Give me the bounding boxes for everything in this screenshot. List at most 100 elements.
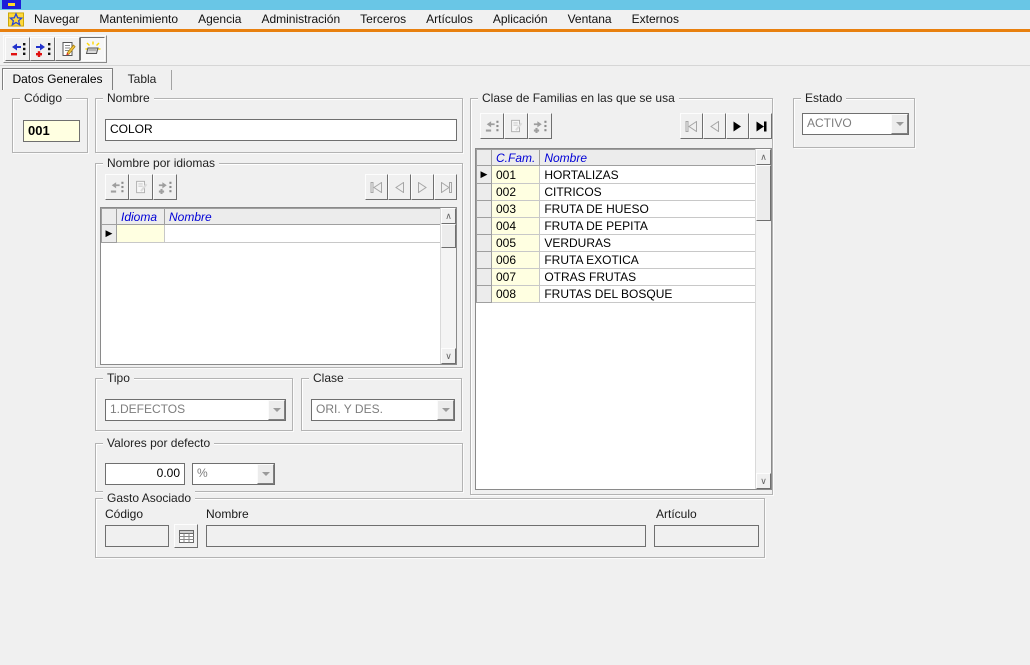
menu-administracion[interactable]: Administración xyxy=(251,10,350,29)
clase-dropdown-button[interactable] xyxy=(437,400,454,420)
nombre-input[interactable]: COLOR xyxy=(105,119,457,141)
open-highlight-button[interactable] xyxy=(80,37,105,61)
current-row-indicator[interactable]: ▶ xyxy=(102,225,117,243)
table-row[interactable]: 007OTRAS FRUTAS xyxy=(477,269,762,286)
cell-C.Fam.[interactable]: 002 xyxy=(492,184,540,201)
table-row[interactable]: 002CITRICOS xyxy=(477,184,762,201)
estado-value: ACTIVO xyxy=(803,114,891,134)
familias-scrollbar[interactable]: ∧ ∨ xyxy=(755,149,771,489)
idiomas-edit-button[interactable] xyxy=(129,174,153,200)
cell-Nombre[interactable] xyxy=(165,225,441,243)
row-indicator[interactable] xyxy=(477,184,492,201)
gasto-articulo-input[interactable] xyxy=(654,525,759,547)
prev-record-button[interactable] xyxy=(5,37,30,61)
table-row[interactable]: 006FRUTA EXOTICA xyxy=(477,252,762,269)
arrow-right-plus-icon xyxy=(158,180,172,194)
cell-Nombre[interactable]: CITRICOS xyxy=(540,184,762,201)
familias-delete-button[interactable] xyxy=(480,113,504,139)
row-indicator[interactable] xyxy=(477,286,492,303)
idiomas-next-button[interactable] xyxy=(411,174,434,200)
scroll-down-icon[interactable]: ∨ xyxy=(756,473,771,489)
menu-ventana[interactable]: Ventana xyxy=(558,10,622,29)
scroll-down-icon[interactable]: ∨ xyxy=(441,348,456,364)
menu-aplicacion[interactable]: Aplicación xyxy=(483,10,558,29)
familias-add-button[interactable] xyxy=(528,113,552,139)
scroll-up-icon[interactable]: ∧ xyxy=(441,208,456,224)
table-row[interactable]: 004FRUTA DE PEPITA xyxy=(477,218,762,235)
clase-select[interactable]: ORI. Y DES. xyxy=(311,399,455,421)
menu-externos[interactable]: Externos xyxy=(622,10,689,29)
idiomas-add-button[interactable] xyxy=(153,174,177,200)
table-row[interactable]: 005VERDURAS xyxy=(477,235,762,252)
tipo-dropdown-button[interactable] xyxy=(268,400,285,420)
menu-agencia[interactable]: Agencia xyxy=(188,10,251,29)
codigo-input[interactable]: 001 xyxy=(23,120,80,142)
row-indicator[interactable] xyxy=(477,252,492,269)
estado-select[interactable]: ACTIVO xyxy=(802,113,909,135)
arrow-left-minus-icon xyxy=(10,41,26,57)
next-record-button[interactable] xyxy=(30,37,55,61)
idiomas-last-button[interactable] xyxy=(434,174,457,200)
tab-tabla[interactable]: Tabla xyxy=(113,70,172,90)
window-titlebar xyxy=(0,0,1030,10)
cell-C.Fam.[interactable]: 008 xyxy=(492,286,540,303)
scrollbar-thumb[interactable] xyxy=(441,224,456,248)
cell-C.Fam.[interactable]: 001 xyxy=(492,166,540,184)
row-indicator[interactable] xyxy=(477,235,492,252)
menu-navegar[interactable]: Navegar xyxy=(24,10,89,29)
familias-last-button[interactable] xyxy=(749,113,772,139)
cell-Nombre[interactable]: HORTALIZAS xyxy=(540,166,762,184)
cell-Nombre[interactable]: FRUTA EXOTICA xyxy=(540,252,762,269)
cell-Idioma[interactable] xyxy=(117,225,165,243)
idiomas-delete-button[interactable] xyxy=(105,174,129,200)
cell-Nombre[interactable]: FRUTA DE PEPITA xyxy=(540,218,762,235)
cell-C.Fam.[interactable]: 006 xyxy=(492,252,540,269)
familias-edit-button[interactable] xyxy=(504,113,528,139)
current-row-indicator[interactable]: ▶ xyxy=(477,166,492,184)
menu-mantenimiento[interactable]: Mantenimiento xyxy=(89,10,188,29)
tipo-select[interactable]: 1.DEFECTOS xyxy=(105,399,286,421)
gasto-nombre-input[interactable] xyxy=(206,525,646,547)
valor-defecto-input[interactable]: 0.00 xyxy=(105,463,185,485)
toolbar-button-group xyxy=(3,35,107,63)
gasto-lookup-button[interactable] xyxy=(174,524,198,548)
idiomas-col-nombre[interactable]: Nombre xyxy=(165,209,441,225)
cell-C.Fam.[interactable]: 003 xyxy=(492,201,540,218)
table-row[interactable]: ▶ xyxy=(102,225,441,243)
familias-first-button[interactable] xyxy=(680,113,703,139)
scroll-up-icon[interactable]: ∧ xyxy=(756,149,771,165)
tab-datos-generales[interactable]: Datos Generales xyxy=(2,68,113,90)
unidad-select[interactable]: % xyxy=(192,463,275,485)
cell-Nombre[interactable]: FRUTAS DEL BOSQUE xyxy=(540,286,762,303)
arrow-right-plus-icon xyxy=(533,119,547,133)
idiomas-col-idioma[interactable]: Idioma xyxy=(117,209,165,225)
idiomas-scrollbar[interactable]: ∧ ∨ xyxy=(440,208,456,364)
cell-C.Fam.[interactable]: 007 xyxy=(492,269,540,286)
familias-next-button[interactable] xyxy=(726,113,749,139)
row-indicator[interactable] xyxy=(477,218,492,235)
estado-dropdown-button[interactable] xyxy=(891,114,908,134)
scrollbar-thumb[interactable] xyxy=(756,165,771,221)
familias-col-cfam[interactable]: C.Fam. xyxy=(492,150,540,166)
row-indicator[interactable] xyxy=(477,269,492,286)
cell-C.Fam.[interactable]: 004 xyxy=(492,218,540,235)
table-row[interactable]: ▶001HORTALIZAS xyxy=(477,166,762,184)
cell-Nombre[interactable]: VERDURAS xyxy=(540,235,762,252)
idiomas-prev-button[interactable] xyxy=(388,174,411,200)
familias-prev-button[interactable] xyxy=(703,113,726,139)
edit-record-button[interactable] xyxy=(55,37,80,61)
familias-col-nombre[interactable]: Nombre xyxy=(540,150,762,166)
gasto-codigo-input[interactable] xyxy=(105,525,169,547)
row-indicator[interactable] xyxy=(477,201,492,218)
menu-articulos[interactable]: Artículos xyxy=(416,10,483,29)
cell-Nombre[interactable]: OTRAS FRUTAS xyxy=(540,269,762,286)
cell-Nombre[interactable]: FRUTA DE HUESO xyxy=(540,201,762,218)
table-row[interactable]: 008FRUTAS DEL BOSQUE xyxy=(477,286,762,303)
gasto-group-label: Gasto Asociado xyxy=(103,491,195,505)
idiomas-first-button[interactable] xyxy=(365,174,388,200)
prev-record-icon xyxy=(393,182,406,193)
table-row[interactable]: 003FRUTA DE HUESO xyxy=(477,201,762,218)
cell-C.Fam.[interactable]: 005 xyxy=(492,235,540,252)
menu-terceros[interactable]: Terceros xyxy=(350,10,416,29)
unidad-dropdown-button[interactable] xyxy=(257,464,274,484)
